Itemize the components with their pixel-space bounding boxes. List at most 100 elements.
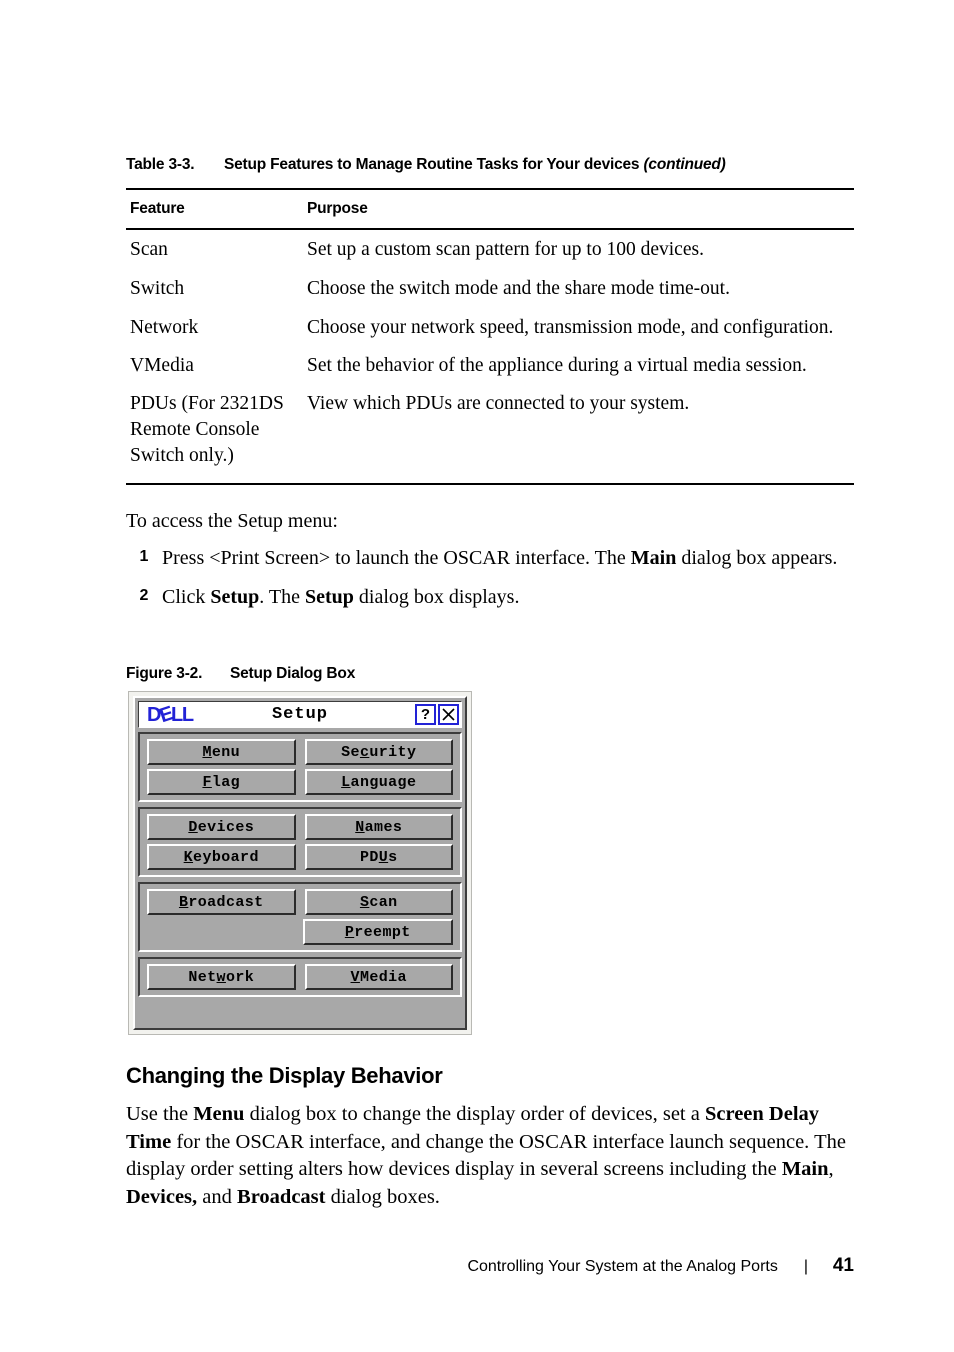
step-text: Press <Print Screen> to launch the OSCAR… [162,545,856,572]
page-number: 41 [832,1255,854,1276]
figure-caption-number: Figure 3-2. [126,665,203,682]
btn-post: roadcast [188,893,264,911]
setup-dialog-figure: D E LL Setup ? Menu Se c urity F lag L a… [128,691,472,1035]
body-text-part: dialog boxes. [325,1185,440,1208]
body-text-part: for the OSCAR interface, and change the … [126,1130,846,1181]
table-cell-feature: PDUs (For 2321DS Remote Console Switch o… [130,393,284,466]
btn-mnemonic: K [183,848,194,866]
btn-mnemonic: L [341,773,351,791]
step-text-part: Click [162,586,211,608]
btn-mnemonic: B [178,893,189,911]
table-cell-feature: VMedia [130,355,194,376]
figure-caption-title: Setup Dialog Box [230,665,356,682]
button-row: Broadcast Scan [147,889,453,915]
table-cell-purpose: Set up a custom scan pattern for up to 1… [307,239,704,260]
table-caption-title: Setup Features to Manage Routine Tasks f… [224,156,640,173]
table-cell-feature: Scan [130,239,168,260]
button-group-3: Broadcast Scan Preempt [138,882,462,952]
table-body: Scan Set up a custom scan pattern for up… [130,234,854,470]
flag-button[interactable]: Flag [147,769,296,795]
step-text: Click Setup. The Setup dialog box displa… [162,584,856,611]
body-text-part: Use the [126,1103,194,1125]
security-button[interactable]: Se c urity [304,739,453,765]
table-bottom-rule [126,483,854,485]
step-number: 1 [139,548,149,565]
empty-slot [147,919,294,945]
btn-mnemonic: F [202,773,212,791]
close-icon[interactable] [438,704,459,725]
button-group-2: Devices Names Keyboard PD Us [138,807,462,877]
btn-mnemonic: c [359,743,370,761]
figure-caption: Figure 3-2. Setup Dialog Box [126,665,355,683]
preempt-button[interactable]: Preempt [302,919,453,945]
vmedia-button[interactable]: V Media [304,964,453,990]
table-header-rule [126,228,854,230]
table-header-purpose: Purpose [307,200,368,217]
btn-post: anguage [350,773,417,791]
page-footer: Controlling Your System at the Analog Po… [126,1255,854,1277]
dialog-titlebar: D E LL Setup ? [138,701,462,728]
btn-mnemonic: S [359,893,370,911]
table-caption-continued: (continued) [643,156,726,173]
body-text-part: and [197,1185,238,1208]
table-cell-purpose: View which PDUs are connected to your sy… [307,393,690,414]
names-button[interactable]: Names [304,814,453,840]
table-row: PDUs (For 2321DS Remote Console Switch o… [130,388,854,469]
step-text-part: . The [259,586,305,608]
step-text-part: Press <Print Screen> to launch the OSCAR… [162,547,631,569]
btn-post: evices [197,818,255,836]
dialog-button-groups: Menu Se c urity Flag Language Devices Name… [138,728,462,1025]
titlebar-buttons: ? [415,704,459,725]
button-group-1: Menu Se c urity Flag Language [138,732,462,802]
table-row: Network Choose your network speed, trans… [130,312,854,341]
access-intro-text: To access the Setup menu: [126,510,338,532]
help-icon[interactable]: ? [415,704,436,725]
btn-mnemonic: P [344,923,355,941]
button-row: Devices Names [147,814,453,840]
step-text-bold: Setup [210,586,260,608]
list-item: 2 Click Setup. The Setup dialog box disp… [126,584,856,611]
table-caption-number: Table 3-3. [126,156,195,173]
table-cell-feature: Switch [130,278,185,299]
table-cell-purpose: Set the behavior of the appliance during… [307,355,807,376]
step-text-bold: Main [630,547,677,569]
broadcast-button[interactable]: Broadcast [147,889,296,915]
network-button[interactable]: Net w ork [147,964,296,990]
pdus-button[interactable]: PD Us [304,844,453,870]
btn-pre: Net [188,968,217,986]
body-text-bold: Main [781,1158,829,1180]
table-row: Scan Set up a custom scan pattern for up… [130,234,854,263]
numbered-step-list: 1 Press <Print Screen> to launch the OSC… [126,545,856,623]
table-header-feature: Feature [130,200,185,217]
step-number: 2 [139,587,149,604]
btn-post: s [388,848,398,866]
btn-pre: Se [341,743,360,761]
body-text-part: dialog box to change the display order o… [244,1103,705,1125]
keyboard-button[interactable]: Keyboard [147,844,296,870]
btn-post: ork [225,968,255,986]
step-text-bold: Setup [304,586,354,608]
dell-logo-icon: D E LL [147,702,194,727]
btn-post: Media [359,968,407,986]
btn-mnemonic: M [202,743,212,761]
list-item: 1 Press <Print Screen> to launch the OSC… [126,545,856,572]
table-cell-feature: Network [130,317,199,338]
button-group-4: Net w ork V Media [138,957,462,997]
footer-separator: | [803,1258,808,1275]
scan-button[interactable]: Scan [304,889,453,915]
button-row: Flag Language [147,769,453,795]
menu-button[interactable]: Menu [147,739,296,765]
language-button[interactable]: Language [304,769,453,795]
btn-post: can [369,893,398,911]
table-row: Switch Choose the switch mode and the sh… [130,273,854,302]
devices-button[interactable]: Devices [147,814,296,840]
table-cell-purpose: Choose the switch mode and the share mod… [307,278,730,299]
btn-mnemonic: V [350,968,360,986]
document-page: Table 3-3. Setup Features to Manage Routi… [0,0,954,1352]
button-row: Preempt [147,919,453,945]
step-text-part: dialog box displays. [353,586,520,608]
btn-mnemonic: D [188,818,198,836]
setup-dialog: D E LL Setup ? Menu Se c urity F lag L a… [133,696,467,1030]
button-row: Menu Se c urity [147,739,453,765]
body-text-bold: Devices, [126,1185,198,1208]
